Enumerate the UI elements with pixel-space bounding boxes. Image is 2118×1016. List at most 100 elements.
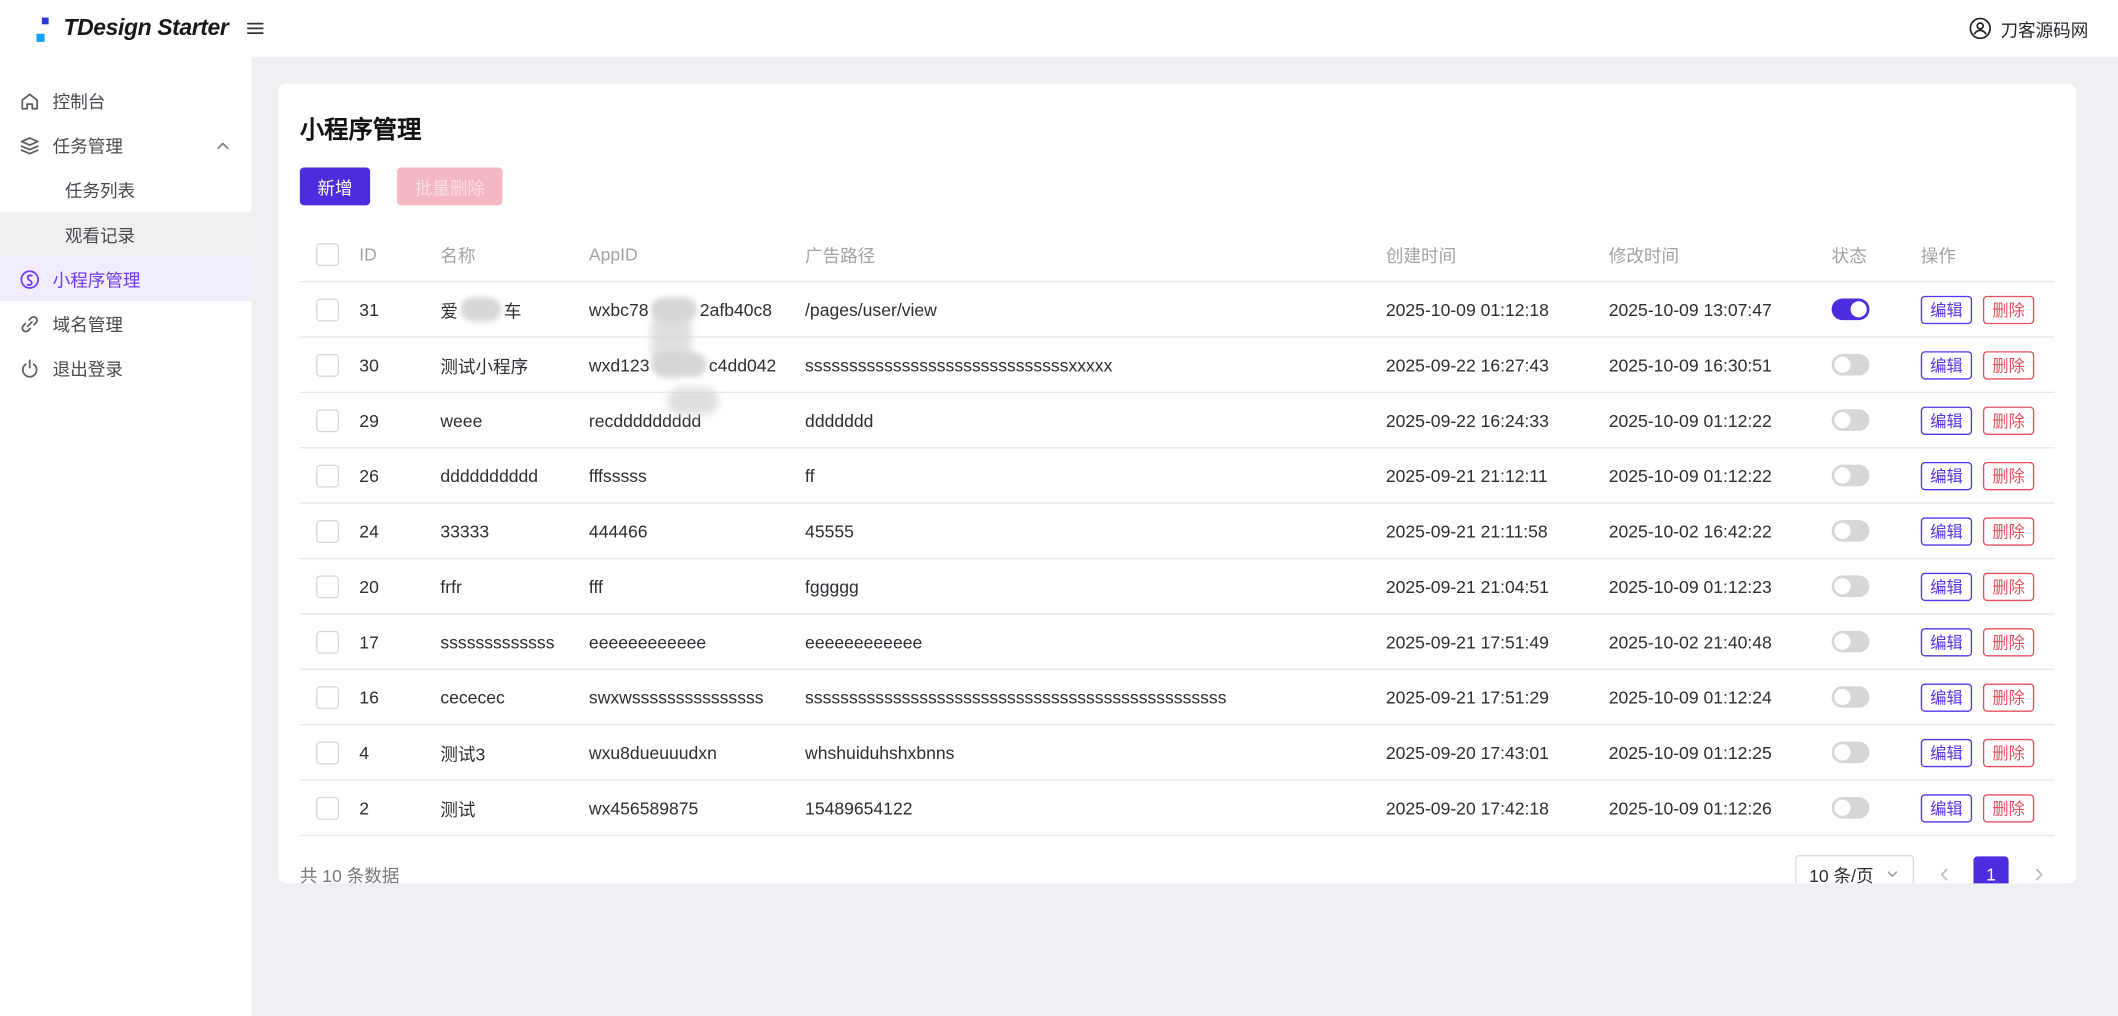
cell-modified-time: 2025-10-09 01:12:26 bbox=[1608, 797, 1772, 818]
table-row: 20 frfr fff fggggg 2025-09-21 21:04:51 2… bbox=[299, 559, 2055, 615]
row-checkbox[interactable] bbox=[316, 574, 340, 598]
edit-button[interactable]: 编辑 bbox=[1920, 627, 1973, 656]
cell-ad-path: whshuiduhshxbnns bbox=[805, 742, 955, 763]
status-toggle[interactable] bbox=[1831, 575, 1870, 598]
sidebar-item-miniprogram-management[interactable]: 小程序管理 bbox=[0, 256, 252, 302]
cell-id: 29 bbox=[359, 409, 379, 431]
power-icon bbox=[19, 357, 41, 379]
redaction-blur bbox=[667, 387, 719, 415]
column-header-id: ID bbox=[359, 243, 377, 265]
cell-id: 17 bbox=[359, 631, 379, 652]
delete-button[interactable]: 删除 bbox=[1982, 516, 2035, 546]
cell-modified-time: 2025-10-09 01:12:22 bbox=[1608, 465, 1772, 486]
row-checkbox[interactable] bbox=[316, 796, 340, 820]
delete-button[interactable]: 删除 bbox=[1982, 405, 2035, 435]
page-size-select[interactable]: 10 条/页 bbox=[1795, 855, 1915, 884]
delete-button[interactable]: 删除 bbox=[1982, 295, 2035, 324]
page-number-1[interactable]: 1 bbox=[1973, 856, 2009, 884]
sidebar-item-logout[interactable]: 退出登录 bbox=[0, 346, 251, 391]
edit-button[interactable]: 编辑 bbox=[1920, 793, 1973, 822]
user-menu[interactable]: 刀客源码网 bbox=[1968, 16, 2118, 42]
row-checkbox[interactable] bbox=[316, 408, 340, 432]
status-toggle[interactable] bbox=[1831, 796, 1870, 819]
sidebar-item-dashboard[interactable]: 控制台 bbox=[0, 78, 251, 123]
table-row: 4 测试3 wxu8dueuuudxn whshuiduhshxbnns 202… bbox=[299, 725, 2055, 781]
cell-created-time: 2025-09-20 17:42:18 bbox=[1385, 797, 1549, 818]
redaction-blur bbox=[651, 307, 692, 376]
cell-name: 测试 bbox=[440, 798, 476, 820]
hamburger-menu-icon[interactable] bbox=[245, 18, 267, 40]
edit-button[interactable]: 编辑 bbox=[1920, 461, 1973, 490]
cell-modified-time: 2025-10-09 01:12:25 bbox=[1608, 742, 1772, 763]
edit-button[interactable]: 编辑 bbox=[1920, 295, 1973, 324]
chevron-up-icon bbox=[213, 136, 232, 155]
cell-appid: fff bbox=[588, 576, 603, 597]
page-title: 小程序管理 bbox=[299, 116, 422, 144]
cell-name: sssssssssssss bbox=[440, 631, 555, 652]
app-root: TDesign Starter 刀客源码网 控制台 任务管理 任务列表 观看记录… bbox=[0, 0, 2118, 1016]
logo-mark-icon bbox=[34, 14, 53, 44]
edit-button[interactable]: 编辑 bbox=[1920, 350, 1973, 379]
next-page-button[interactable] bbox=[2022, 858, 2054, 884]
sidebar-item-label: 退出登录 bbox=[52, 359, 123, 380]
edit-button[interactable]: 编辑 bbox=[1920, 682, 1973, 712]
table-body: 31 爱车 wxbc78 2afb40c8 /pages/user/view 20… bbox=[299, 282, 2055, 837]
status-toggle[interactable] bbox=[1831, 353, 1870, 376]
delete-button[interactable]: 删除 bbox=[1982, 682, 2035, 712]
prev-page-button[interactable] bbox=[1928, 858, 1960, 884]
cell-name: weee bbox=[440, 409, 483, 431]
cell-modified-time: 2025-10-09 16:30:51 bbox=[1608, 354, 1772, 375]
status-toggle[interactable] bbox=[1831, 409, 1870, 431]
status-toggle[interactable] bbox=[1831, 464, 1870, 487]
mini-app-icon bbox=[19, 268, 41, 290]
cell-id: 24 bbox=[359, 520, 379, 541]
cell-id: 16 bbox=[359, 686, 379, 708]
edit-button[interactable]: 编辑 bbox=[1920, 738, 1973, 767]
home-icon bbox=[19, 90, 41, 112]
delete-button[interactable]: 删除 bbox=[1982, 350, 2035, 379]
row-checkbox[interactable] bbox=[316, 630, 340, 654]
row-checkbox[interactable] bbox=[316, 519, 340, 543]
status-toggle[interactable] bbox=[1831, 298, 1870, 321]
delete-button[interactable]: 删除 bbox=[1982, 793, 2035, 822]
edit-button[interactable]: 编辑 bbox=[1920, 516, 1973, 546]
logo[interactable]: TDesign Starter bbox=[0, 14, 229, 44]
delete-button[interactable]: 删除 bbox=[1982, 627, 2035, 656]
sidebar-item-task-list[interactable]: 任务列表 bbox=[0, 167, 251, 212]
sidebar-item-task-management[interactable]: 任务管理 bbox=[0, 123, 251, 168]
layers-icon bbox=[19, 134, 41, 156]
status-toggle[interactable] bbox=[1831, 630, 1870, 653]
edit-button[interactable]: 编辑 bbox=[1920, 572, 1973, 601]
cell-modified-time: 2025-10-02 16:42:22 bbox=[1608, 520, 1772, 541]
delete-button[interactable]: 删除 bbox=[1982, 572, 2035, 601]
row-checkbox[interactable] bbox=[316, 463, 340, 487]
content-card: 小程序管理 新增 批量删除 ID 名称 AppID 广告路径 创建时间 修改时间… bbox=[278, 83, 2077, 884]
sidebar-item-label: 域名管理 bbox=[52, 314, 123, 335]
sidebar-item-domain-management[interactable]: 域名管理 bbox=[0, 301, 251, 346]
status-toggle[interactable] bbox=[1831, 520, 1870, 542]
top-header: TDesign Starter 刀客源码网 bbox=[0, 0, 2118, 57]
status-toggle[interactable] bbox=[1831, 686, 1870, 708]
cell-ad-path: ssssssssssssssssssssssssssssssssssssssss… bbox=[805, 686, 1227, 708]
chevron-down-icon bbox=[1884, 866, 1900, 882]
sidebar-item-watch-records[interactable]: 观看记录 bbox=[0, 212, 252, 257]
column-header-modified: 修改时间 bbox=[1608, 245, 1680, 266]
row-checkbox[interactable] bbox=[316, 353, 340, 377]
cell-modified-time: 2025-10-09 13:07:47 bbox=[1608, 299, 1772, 320]
status-toggle[interactable] bbox=[1831, 741, 1870, 764]
row-checkbox[interactable] bbox=[316, 297, 340, 321]
column-header-created: 创建时间 bbox=[1385, 245, 1457, 266]
column-header-name: 名称 bbox=[440, 245, 476, 266]
cell-appid: wx456589875 bbox=[588, 797, 699, 818]
delete-button[interactable]: 删除 bbox=[1982, 738, 2035, 767]
select-all-checkbox[interactable] bbox=[316, 242, 340, 266]
cell-appid: wxd123 c4dd042 bbox=[589, 352, 805, 415]
cell-ad-path: eeeeeeeeeeee bbox=[805, 631, 923, 652]
cell-name: cececec bbox=[440, 686, 505, 708]
edit-button[interactable]: 编辑 bbox=[1920, 405, 1973, 435]
row-checkbox[interactable] bbox=[316, 685, 340, 709]
batch-delete-button[interactable]: 批量删除 bbox=[397, 167, 503, 206]
add-button[interactable]: 新增 bbox=[299, 167, 371, 206]
row-checkbox[interactable] bbox=[316, 740, 340, 764]
delete-button[interactable]: 删除 bbox=[1982, 461, 2035, 490]
